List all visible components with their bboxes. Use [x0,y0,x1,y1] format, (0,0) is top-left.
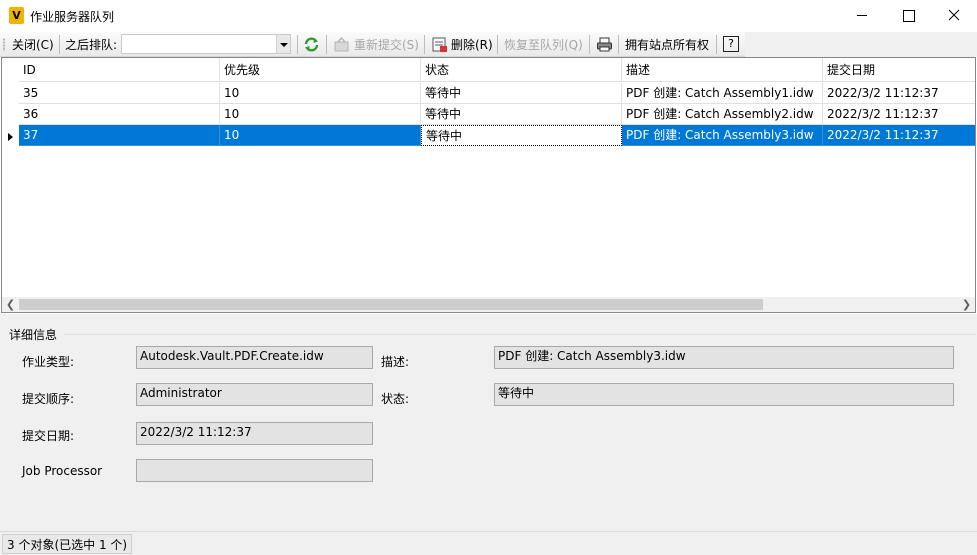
print-icon[interactable] [596,36,613,53]
vault-app-icon: V [9,7,24,24]
status-field: 等待中 [494,383,954,406]
maximize-button[interactable] [885,0,931,31]
resubmit-button[interactable]: 重新提交(S) [354,36,419,53]
cell-status: 等待中 [421,83,622,104]
window-title: 作业服务器队列 [30,10,115,24]
column-header-submit-date[interactable]: 提交日期 [823,58,975,82]
current-row-arrow-icon [8,133,13,141]
job-processor-label: Job Processor [22,464,103,478]
toolbar-separator [326,35,327,54]
toolbar-separator [716,35,717,54]
cell-priority: 10 [220,104,421,125]
scroll-right-icon[interactable]: ❯ [958,297,975,312]
queue-after-label: 之后排队: [65,38,118,52]
close-window-button[interactable] [931,0,977,31]
column-header-status[interactable]: 状态 [421,58,622,82]
toolbar-separator [497,35,498,54]
minimize-button[interactable] [839,0,885,31]
toolbar-strip: 关闭(C) 之后排队: 重新提交(S) 删除(R) 恢复至队列(Q) 拥有站点所… [0,32,745,57]
column-header-priority[interactable]: 优先级 [220,58,421,82]
submitter-field: Administrator [136,383,373,406]
submit-date-label: 提交日期: [22,429,75,443]
toolbar-separator [424,35,425,54]
take-site-ownership-button[interactable]: 拥有站点所有权 [625,36,709,53]
job-queue-grid: ID 优先级 状态 描述 提交日期 35 10 等待中 PDF 创建: Catc… [1,57,976,313]
cell-id: 37 [19,125,220,146]
cell-submit-date: 2022/3/2 11:12:37 [823,104,975,125]
object-count-status: 3 个对象(已选中 1 个) [2,534,133,554]
toolbar-grip[interactable] [3,38,5,51]
submitter-label: 提交顺序: [22,392,75,406]
cell-priority: 10 [220,125,421,146]
description-field: PDF 创建: Catch Assembly3.idw [494,346,954,369]
chevron-down-icon[interactable] [276,35,290,53]
toolbar: 关闭(C) 之后排队: 重新提交(S) 删除(R) 恢复至队列(Q) 拥有站点所… [0,32,977,57]
table-row[interactable]: 36 10 等待中 PDF 创建: Catch Assembly2.idw 20… [19,104,975,125]
table-row[interactable]: 35 10 等待中 PDF 创建: Catch Assembly1.idw 20… [19,83,975,104]
restore-to-queue-button[interactable]: 恢复至队列(Q) [504,36,583,53]
scroll-left-icon[interactable]: ❮ [2,297,19,312]
row-header-column [2,58,19,298]
cell-submit-date: 2022/3/2 11:12:37 [823,83,975,104]
details-panel: 详细信息 作业类型: Autodesk.Vault.PDF.Create.idw… [0,314,977,531]
job-type-field: Autodesk.Vault.PDF.Create.idw [136,346,373,369]
column-header-description[interactable]: 描述 [622,58,823,82]
table-row-selected[interactable]: 37 10 等待中 PDF 创建: Catch Assembly3.idw 20… [19,125,975,146]
job-processor-field [136,459,373,482]
cell-id: 36 [19,104,220,125]
job-type-label: 作业类型: [22,355,75,369]
details-divider [64,334,976,335]
status-bar: 3 个对象(已选中 1 个) [0,531,977,555]
details-title: 详细信息 [9,328,58,342]
cell-status: 等待中 [421,104,622,125]
scrollbar-thumb[interactable] [19,299,763,310]
title-bar: V 作业服务器队列 [0,0,977,31]
cell-priority: 10 [220,83,421,104]
horizontal-scrollbar[interactable]: ❮ ❯ [2,297,975,312]
submit-date-field: 2022/3/2 11:12:37 [136,422,373,445]
grid-header: ID 优先级 状态 描述 提交日期 [19,58,975,82]
help-button[interactable]: ? [723,36,739,52]
delete-button[interactable]: 删除(R) [451,36,493,53]
close-icon [948,9,960,21]
close-button[interactable]: 关闭(C) [12,36,54,53]
toolbar-separator [59,35,60,54]
queue-after-dropdown[interactable] [121,34,291,54]
toolbar-separator [297,35,298,54]
refresh-icon[interactable] [303,36,320,53]
cell-id: 35 [19,83,220,104]
cell-description: PDF 创建: Catch Assembly2.idw [622,104,823,125]
cell-description: PDF 创建: Catch Assembly1.idw [622,83,823,104]
cell-status-focused: 等待中 [421,125,622,146]
cell-description: PDF 创建: Catch Assembly3.idw [622,125,823,146]
status-label: 状态: [381,392,410,406]
delete-icon [432,37,447,52]
resubmit-icon [334,36,349,52]
column-header-id[interactable]: ID [19,58,220,82]
toolbar-separator [618,35,619,54]
toolbar-separator [589,35,590,54]
cell-submit-date: 2022/3/2 11:12:37 [823,125,975,146]
description-label: 描述: [381,355,410,369]
